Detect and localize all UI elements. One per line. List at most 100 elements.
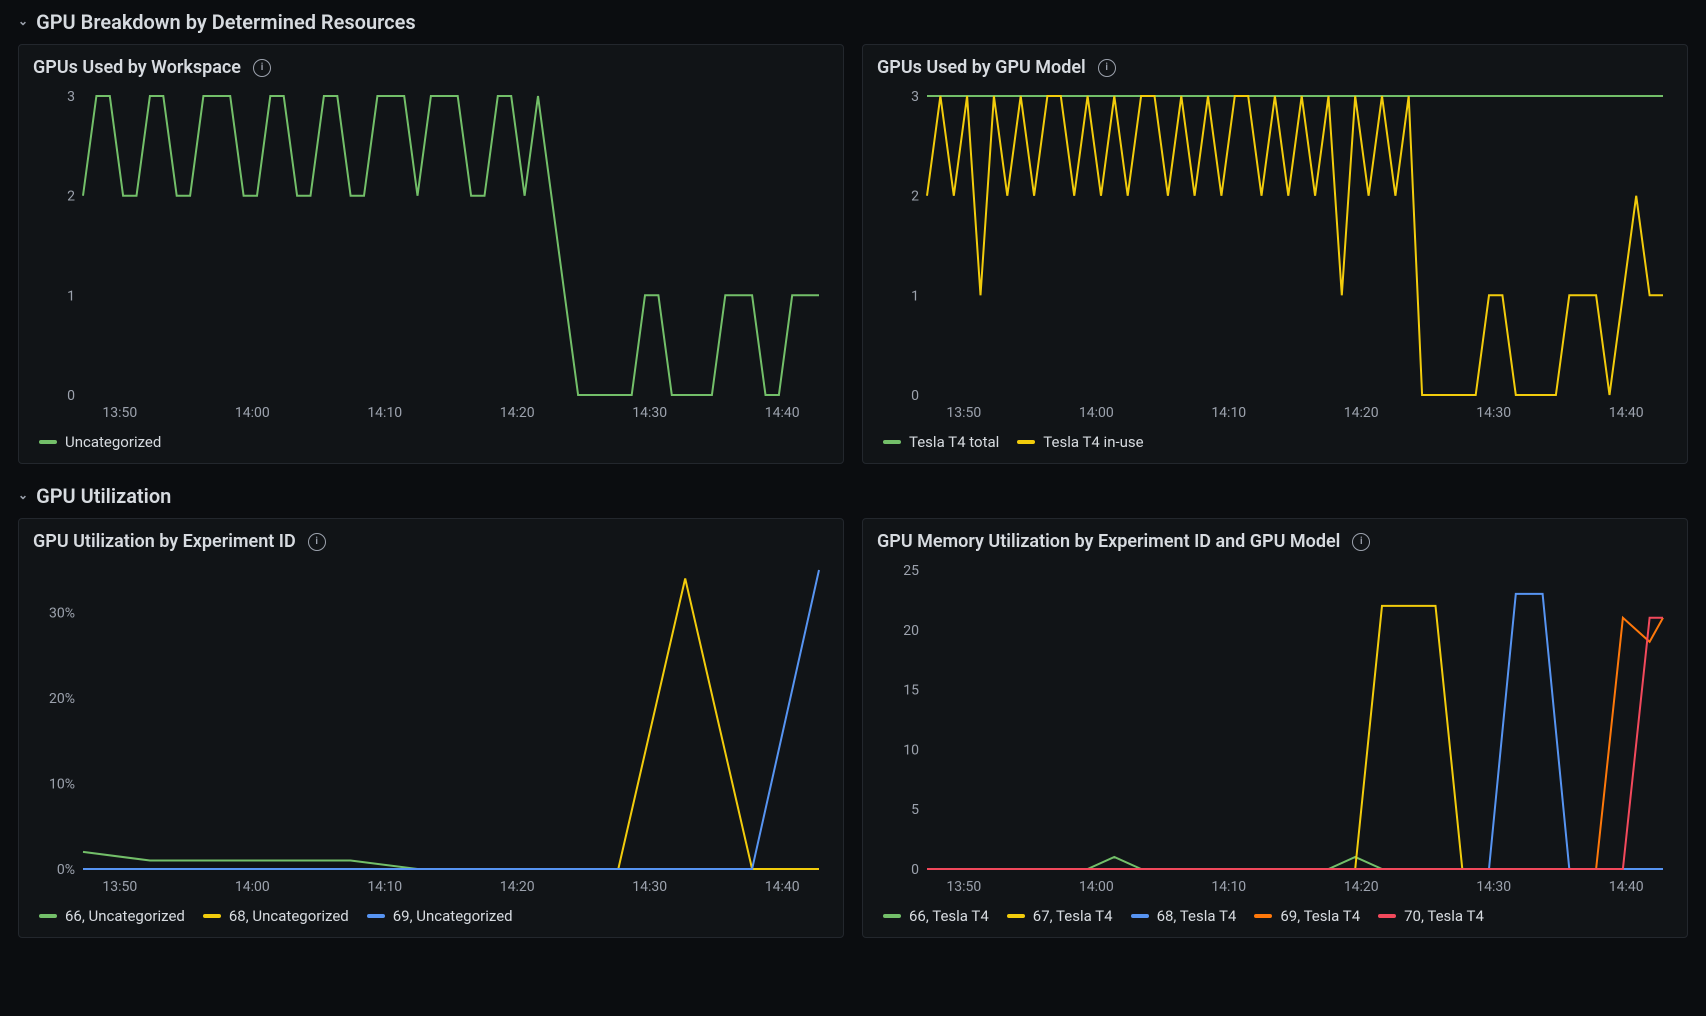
svg-text:3: 3 <box>67 89 75 105</box>
svg-text:13:50: 13:50 <box>102 405 137 421</box>
legend-item[interactable]: Uncategorized <box>39 433 161 451</box>
legend-item[interactable]: 67, Tesla T4 <box>1007 907 1113 925</box>
svg-text:0: 0 <box>67 388 75 404</box>
legend-item[interactable]: 66, Uncategorized <box>39 907 185 925</box>
chart-wrap: 0%10%20%30%13:5014:0014:1014:2014:3014:4… <box>33 560 829 927</box>
svg-text:3: 3 <box>911 89 919 105</box>
info-icon[interactable]: i <box>1098 59 1116 77</box>
svg-text:14:10: 14:10 <box>367 879 402 895</box>
legend-item[interactable]: Tesla T4 in-use <box>1017 433 1143 451</box>
svg-text:14:40: 14:40 <box>765 879 800 895</box>
svg-text:10: 10 <box>903 742 919 758</box>
legend-swatch <box>1378 914 1396 918</box>
legend-label: 69, Tesla T4 <box>1280 907 1360 925</box>
svg-text:0: 0 <box>911 388 919 404</box>
legend-label: Uncategorized <box>65 433 161 451</box>
panel-title-text: GPUs Used by GPU Model <box>877 57 1086 78</box>
svg-text:14:00: 14:00 <box>1079 879 1114 895</box>
svg-text:2: 2 <box>67 189 75 205</box>
legend-swatch <box>367 914 385 918</box>
svg-text:14:20: 14:20 <box>500 879 535 895</box>
panel-title-text: GPU Memory Utilization by Experiment ID … <box>877 531 1340 552</box>
legend-swatch <box>39 914 57 918</box>
svg-text:14:20: 14:20 <box>1344 879 1379 895</box>
chart-area[interactable]: 012313:5014:0014:1014:2014:3014:40 <box>33 86 829 423</box>
chevron-down-icon: ⌄ <box>18 488 28 502</box>
svg-text:20%: 20% <box>49 691 75 707</box>
svg-text:10%: 10% <box>49 777 75 793</box>
panel-title-text: GPU Utilization by Experiment ID <box>33 531 296 552</box>
row-utilization: GPU Utilization by Experiment ID i 0% 10%… <box>18 518 1688 938</box>
legend-label: Tesla T4 in-use <box>1043 433 1143 451</box>
svg-text:5: 5 <box>911 802 919 818</box>
legend-item[interactable]: 68, Tesla T4 <box>1131 907 1237 925</box>
legend-swatch <box>203 914 221 918</box>
chart-area[interactable]: 0%10%20%30%13:5014:0014:1014:2014:3014:4… <box>33 560 829 897</box>
svg-text:14:30: 14:30 <box>632 405 667 421</box>
svg-text:14:40: 14:40 <box>765 405 800 421</box>
legend-label: 70, Tesla T4 <box>1404 907 1484 925</box>
legend: 66, Uncategorized 68, Uncategorized 69, Un… <box>33 897 829 927</box>
svg-text:14:20: 14:20 <box>1344 405 1379 421</box>
legend-swatch <box>883 440 901 444</box>
legend: Tesla T4 total Tesla T4 in-use <box>877 423 1673 453</box>
panel-title[interactable]: GPU Utilization by Experiment ID i <box>33 529 829 560</box>
panel-title[interactable]: GPUs Used by GPU Model i <box>877 55 1673 86</box>
chevron-down-icon: ⌄ <box>18 14 28 28</box>
legend-item[interactable]: 69, Tesla T4 <box>1254 907 1360 925</box>
legend: 66, Tesla T4 67, Tesla T4 68, Tesla T4 69, … <box>877 897 1673 927</box>
legend-swatch <box>1007 914 1025 918</box>
info-icon[interactable]: i <box>253 59 271 77</box>
svg-text:1: 1 <box>911 288 919 304</box>
panel-gpus-by-model: GPUs Used by GPU Model i 012313:5014:001… <box>862 44 1688 464</box>
legend: Uncategorized <box>33 423 829 453</box>
chart-area[interactable]: 012313:5014:0014:1014:2014:3014:40 <box>877 86 1673 423</box>
svg-text:1: 1 <box>67 288 75 304</box>
legend-swatch <box>1017 440 1035 444</box>
legend-label: 68, Tesla T4 <box>1157 907 1237 925</box>
svg-text:14:00: 14:00 <box>1079 405 1114 421</box>
section-header-utilization[interactable]: ⌄ GPU Utilization <box>18 478 1688 518</box>
legend-item[interactable]: 70, Tesla T4 <box>1378 907 1484 925</box>
legend-swatch <box>883 914 901 918</box>
section-header-breakdown[interactable]: ⌄ GPU Breakdown by Determined Resources <box>18 4 1688 44</box>
legend-label: 69, Uncategorized <box>393 907 513 925</box>
legend-swatch <box>1131 914 1149 918</box>
legend-swatch <box>1254 914 1272 918</box>
svg-text:2: 2 <box>911 189 919 205</box>
svg-text:30%: 30% <box>49 606 75 622</box>
section-title: GPU Breakdown by Determined Resources <box>36 10 416 34</box>
legend-label: 68, Uncategorized <box>229 907 349 925</box>
section-title: GPU Utilization <box>36 484 171 508</box>
panel-title[interactable]: GPUs Used by Workspace i <box>33 55 829 86</box>
chart-area[interactable]: 051015202513:5014:0014:1014:2014:3014:40 <box>877 560 1673 897</box>
legend-item[interactable]: 68, Uncategorized <box>203 907 349 925</box>
svg-text:14:30: 14:30 <box>1476 405 1511 421</box>
svg-text:14:30: 14:30 <box>632 879 667 895</box>
svg-text:14:10: 14:10 <box>367 405 402 421</box>
svg-text:14:40: 14:40 <box>1609 879 1644 895</box>
legend-item[interactable]: 69, Uncategorized <box>367 907 513 925</box>
legend-item[interactable]: 66, Tesla T4 <box>883 907 989 925</box>
svg-text:14:10: 14:10 <box>1211 405 1246 421</box>
info-icon[interactable]: i <box>1352 533 1370 551</box>
svg-text:25: 25 <box>903 563 919 579</box>
legend-label: Tesla T4 total <box>909 433 999 451</box>
svg-text:0%: 0% <box>57 862 75 878</box>
row-breakdown: GPUs Used by Workspace i 0 1 2 3 13:50 14:00 1… <box>18 44 1688 464</box>
svg-text:15: 15 <box>903 683 919 699</box>
chart-wrap: 012313:5014:0014:1014:2014:3014:40 Tesla… <box>877 86 1673 453</box>
dashboard-root: ⌄ GPU Breakdown by Determined Resources … <box>0 0 1706 942</box>
svg-text:13:50: 13:50 <box>102 879 137 895</box>
legend-swatch <box>39 440 57 444</box>
info-icon[interactable]: i <box>308 533 326 551</box>
panel-gpus-by-workspace: GPUs Used by Workspace i 012313:5014:001… <box>18 44 844 464</box>
svg-text:14:30: 14:30 <box>1476 879 1511 895</box>
svg-text:14:10: 14:10 <box>1211 879 1246 895</box>
chart-wrap: 051015202513:5014:0014:1014:2014:3014:40… <box>877 560 1673 927</box>
panel-title[interactable]: GPU Memory Utilization by Experiment ID … <box>877 529 1673 560</box>
svg-text:13:50: 13:50 <box>946 879 981 895</box>
svg-text:0: 0 <box>911 862 919 878</box>
legend-item[interactable]: Tesla T4 total <box>883 433 999 451</box>
legend-label: 66, Tesla T4 <box>909 907 989 925</box>
